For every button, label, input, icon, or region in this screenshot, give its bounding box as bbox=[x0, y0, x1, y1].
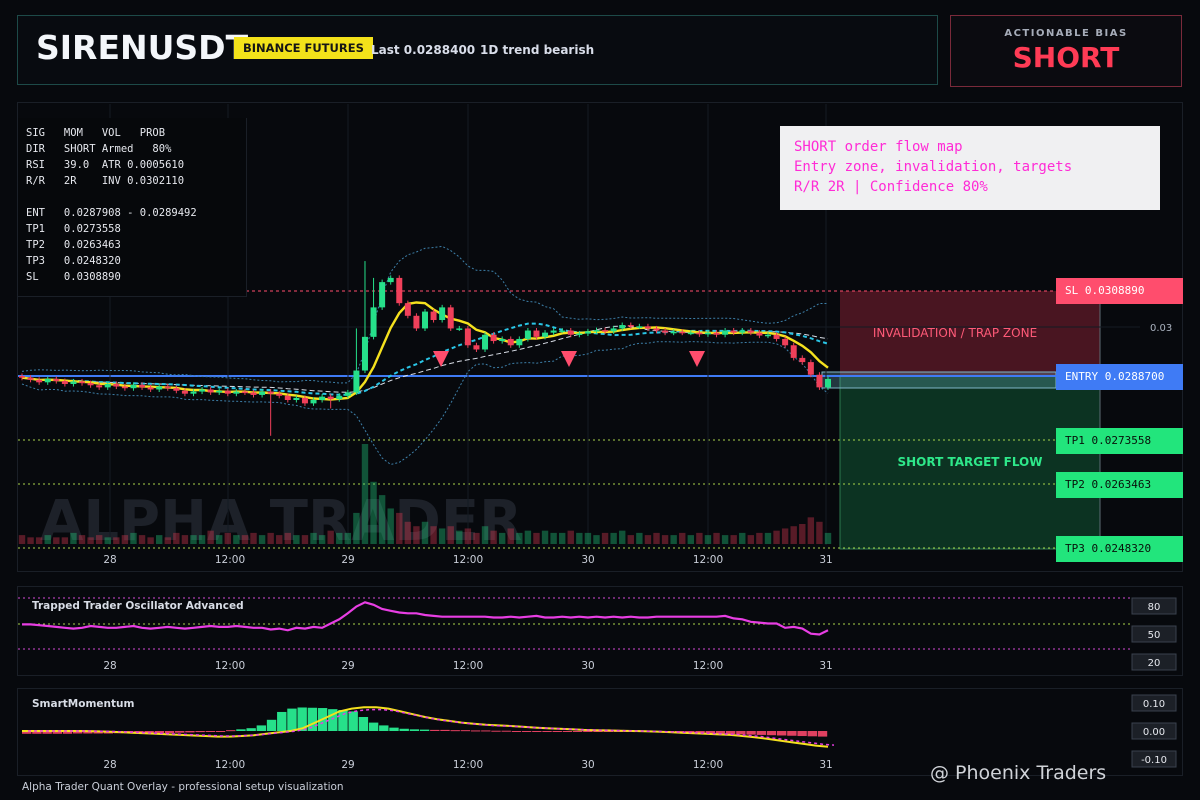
x-axis: 28 12:00 29 12:00 30 12:00 31 bbox=[103, 759, 832, 771]
momentum-bar bbox=[399, 728, 409, 731]
momentum-bar bbox=[440, 729, 450, 731]
momentum-line bbox=[22, 706, 835, 748]
momentum-bar bbox=[797, 731, 807, 737]
footer-watermark: @ Phoenix Traders bbox=[930, 762, 1107, 784]
momentum-bar bbox=[511, 731, 522, 732]
momentum-bar bbox=[409, 729, 420, 731]
x-tick-label: 29 bbox=[341, 759, 354, 771]
momentum-bar bbox=[807, 731, 817, 737]
momentum-bar bbox=[215, 731, 226, 732]
momentum-bar bbox=[450, 730, 460, 732]
momentum-bar bbox=[542, 731, 552, 732]
momentum-bar bbox=[521, 731, 532, 732]
momentum-bar bbox=[277, 711, 287, 731]
momentum-bar bbox=[185, 731, 195, 733]
momentum-bar bbox=[572, 731, 583, 732]
momentum-bar bbox=[419, 729, 430, 731]
x-tick-label: 12:00 bbox=[453, 759, 483, 771]
momentum-bar bbox=[195, 731, 205, 733]
momentum-bar bbox=[266, 719, 277, 731]
momentum-chart[interactable]: SmartMomentum 0.10 0.00 -0.10 28 12:00 29 1… bbox=[0, 0, 1200, 800]
momentum-bar bbox=[389, 727, 399, 731]
momentum-bar bbox=[164, 731, 175, 733]
momentum-bar bbox=[226, 730, 236, 732]
momentum-title: SmartMomentum bbox=[32, 698, 134, 710]
footer-caption: Alpha Trader Quant Overlay - professiona… bbox=[22, 781, 344, 793]
momentum-line-series bbox=[22, 706, 829, 748]
momentum-bar bbox=[501, 730, 511, 732]
momentum-bar bbox=[460, 730, 471, 732]
momentum-bar bbox=[348, 711, 358, 731]
momentum-signal-series bbox=[28, 708, 835, 746]
momentum-bar bbox=[766, 731, 777, 736]
momentum-bar bbox=[338, 710, 348, 731]
momentum-bar bbox=[430, 729, 440, 731]
momentum-bar bbox=[236, 729, 246, 731]
momentum-bar bbox=[368, 722, 379, 731]
mom-tick-bottom: -0.10 bbox=[1141, 755, 1167, 766]
momentum-bar bbox=[246, 728, 256, 731]
momentum-bar bbox=[776, 731, 787, 736]
x-tick-label: 30 bbox=[581, 759, 594, 771]
mom-tick-zero: 0.00 bbox=[1143, 727, 1165, 738]
x-tick-label: 12:00 bbox=[215, 759, 245, 771]
momentum-bar bbox=[358, 717, 369, 731]
mom-tick-top: 0.10 bbox=[1143, 699, 1165, 710]
x-tick-label: 28 bbox=[103, 759, 116, 771]
momentum-bar bbox=[756, 731, 766, 735]
momentum-bar bbox=[787, 731, 797, 736]
momentum-bar bbox=[175, 731, 185, 733]
momentum-bar bbox=[481, 730, 491, 732]
momentum-bar bbox=[256, 725, 267, 731]
momentum-bar bbox=[307, 707, 318, 731]
momentum-bar bbox=[205, 731, 216, 732]
momentum-bar bbox=[746, 731, 756, 735]
x-tick-label: 12:00 bbox=[693, 759, 723, 771]
momentum-bar bbox=[817, 731, 828, 737]
momentum-bar bbox=[562, 731, 573, 732]
momentum-bar bbox=[379, 725, 389, 731]
momentum-bar bbox=[470, 730, 481, 732]
x-tick-label: 31 bbox=[819, 759, 832, 771]
momentum-bar bbox=[491, 730, 501, 732]
momentum-bar bbox=[583, 731, 593, 732]
momentum-bar bbox=[552, 731, 562, 732]
momentum-bar bbox=[287, 708, 297, 731]
momentum-bar bbox=[532, 731, 542, 732]
